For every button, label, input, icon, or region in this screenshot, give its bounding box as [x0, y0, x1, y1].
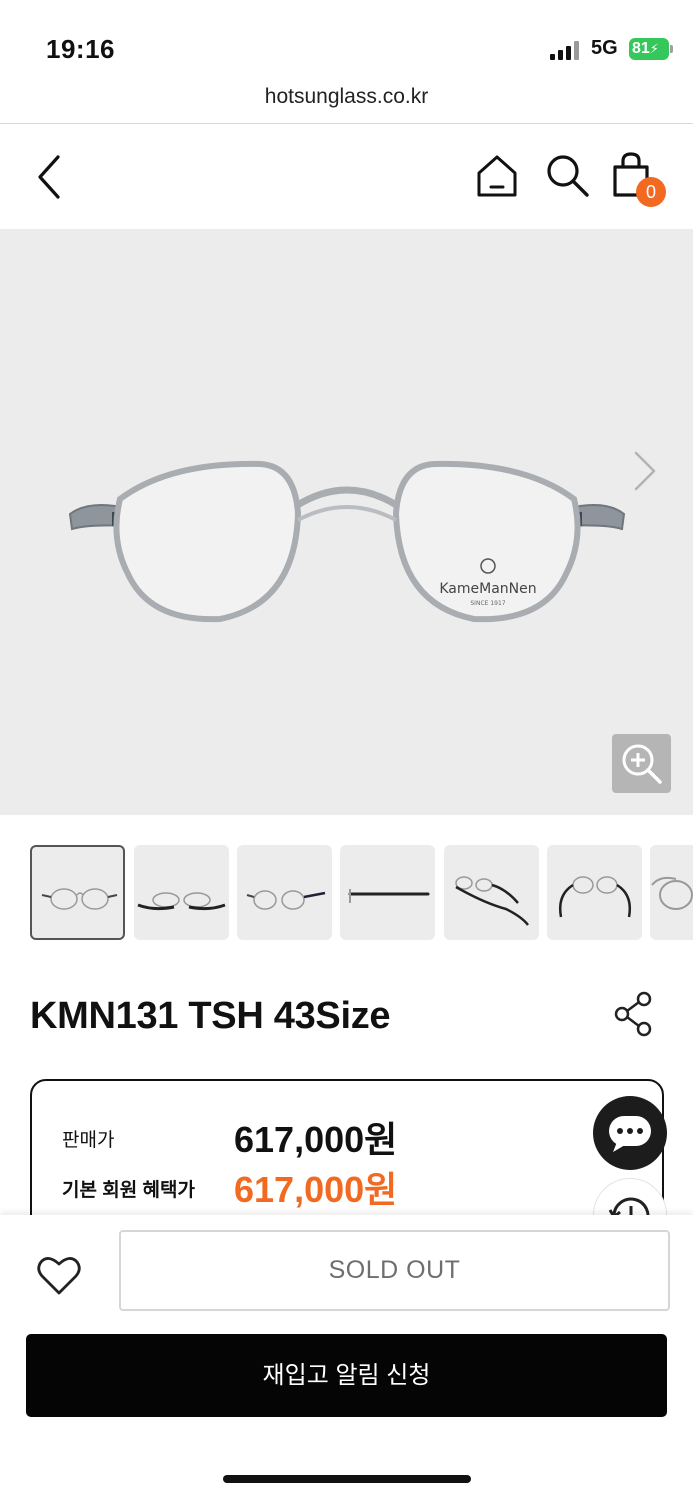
- thumbnail-5[interactable]: [444, 845, 539, 940]
- thumbnail-image: [246, 890, 326, 910]
- search-icon[interactable]: [543, 151, 591, 199]
- thumbnail-1[interactable]: [30, 845, 125, 940]
- share-icon[interactable]: [612, 990, 656, 1038]
- eyeglasses-image: KameManNen SINCE 1917: [68, 460, 626, 623]
- product-title: KMN131 TSH 43Size: [30, 995, 391, 1037]
- back-arrow-icon[interactable]: [30, 153, 70, 201]
- chat-icon: [609, 1116, 651, 1152]
- sale-price: 617,000원: [234, 1119, 398, 1160]
- bottom-action-bar: SOLD OUT 재입고 알림 신청: [0, 1215, 693, 1500]
- brand-logo: KameManNen: [439, 581, 536, 597]
- battery-icon: 81⚡: [629, 38, 669, 60]
- sale-price-label: 판매가: [62, 1130, 115, 1151]
- thumbnail-7[interactable]: [650, 845, 693, 940]
- url-bar[interactable]: hotsunglass.co.kr: [0, 80, 693, 124]
- thumbnail-image: [348, 889, 430, 903]
- thumbnail-4[interactable]: [340, 845, 435, 940]
- thumbnail-image: [559, 876, 631, 918]
- cart-count-badge: 0: [636, 177, 666, 207]
- url-text: hotsunglass.co.kr: [264, 85, 429, 108]
- thumbnail-strip: [30, 845, 693, 941]
- member-price-label: 기본 회원 혜택가: [62, 1180, 195, 1201]
- status-bar: 19:16 5G 81⚡: [0, 0, 693, 80]
- zoom-button[interactable]: [612, 734, 671, 793]
- thumbnail-3[interactable]: [237, 845, 332, 940]
- home-indicator[interactable]: [223, 1475, 471, 1483]
- thumbnail-6[interactable]: [547, 845, 642, 940]
- signal-icon: [550, 40, 582, 60]
- thumbnail-image: [41, 888, 118, 910]
- app-header: [0, 125, 693, 229]
- sold-out-button[interactable]: SOLD OUT: [119, 1230, 670, 1311]
- thumbnail-image: [651, 876, 693, 910]
- chat-button[interactable]: [593, 1096, 667, 1170]
- home-icon[interactable]: [474, 153, 520, 199]
- heart-icon[interactable]: [36, 1253, 82, 1297]
- thumbnail-2[interactable]: [134, 845, 229, 940]
- product-main-image[interactable]: KameManNen SINCE 1917: [0, 229, 693, 815]
- chevron-right-icon[interactable]: [628, 447, 662, 495]
- brand-logo-since: SINCE 1917: [470, 600, 505, 607]
- restock-alert-button[interactable]: 재입고 알림 신청: [26, 1334, 667, 1417]
- status-time: 19:16: [46, 34, 115, 64]
- network-type: 5G: [591, 37, 618, 59]
- member-price: 617,000원: [234, 1169, 398, 1210]
- zoom-in-icon: [622, 744, 662, 784]
- thumbnail-image: [137, 892, 226, 911]
- battery-level: 81: [632, 40, 650, 57]
- battery-tip: [670, 45, 673, 53]
- thumbnail-image: [455, 876, 529, 926]
